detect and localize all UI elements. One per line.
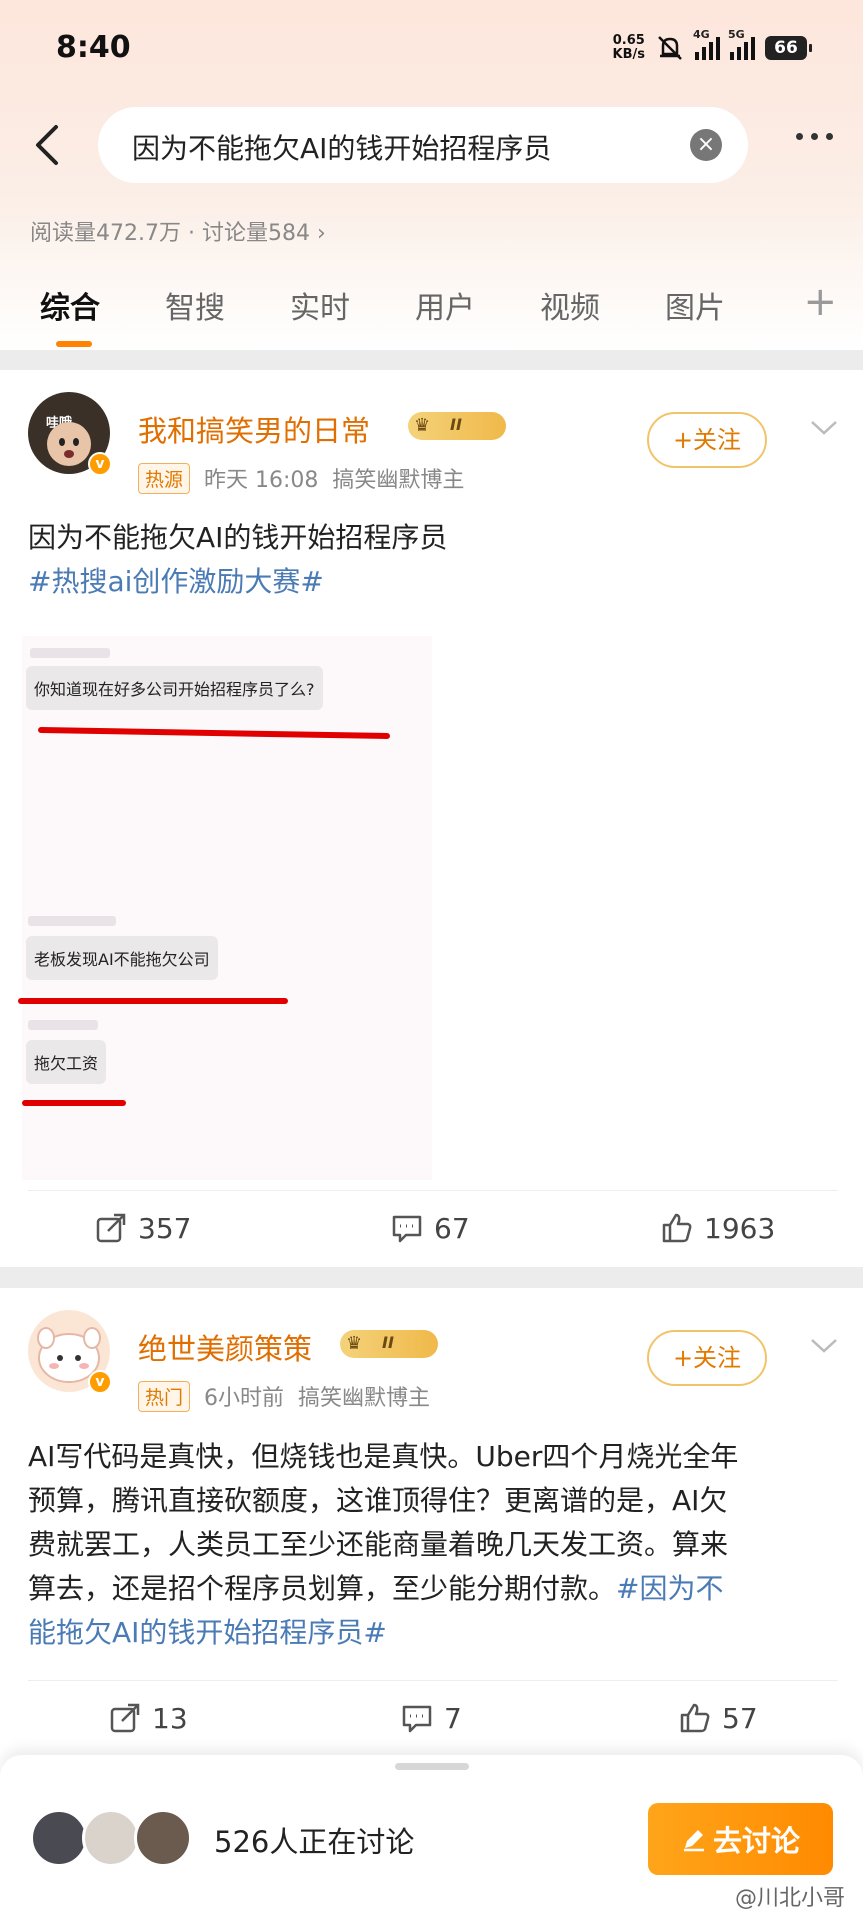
pencil-icon	[683, 1830, 704, 1852]
post-time: 昨天 16:08	[204, 468, 319, 493]
signal-5g-icon: 5G	[728, 28, 755, 60]
watermark: @川北小哥	[734, 1886, 845, 1911]
vip-badge-icon: ♛ II	[340, 1330, 438, 1358]
avatar	[30, 1809, 88, 1867]
network-speed: 0.65 KB/s	[612, 33, 645, 62]
comment-button[interactable]: 7	[400, 1701, 462, 1735]
status-icons: 0.65 KB/s 4G 5G 66	[612, 28, 812, 62]
repost-icon	[96, 1213, 126, 1243]
chat-bubble: 你知道现在好多公司开始招程序员了么?	[26, 666, 323, 710]
search-row: 因为不能拖欠AI的钱开始招程序员 ×	[0, 103, 863, 183]
tab-smart-search[interactable]: 智搜	[165, 283, 225, 327]
battery-icon: 66	[765, 36, 812, 60]
tab-comprehensive[interactable]: 综合	[40, 283, 100, 327]
avatar	[134, 1809, 192, 1867]
tab-images[interactable]: 图片	[665, 283, 725, 327]
hashtag-link[interactable]: 能拖欠AI的钱开始招程序员#	[28, 1612, 838, 1654]
chat-bubble: 拖欠工资	[26, 1040, 107, 1084]
post-meta: 热门 6小时前 搞笑幽默博主	[138, 1380, 430, 1412]
repost-button[interactable]: 357	[94, 1211, 191, 1245]
comment-icon	[392, 1215, 422, 1243]
clear-icon[interactable]: ×	[690, 129, 722, 161]
hashtag-link[interactable]: #因为不	[616, 1572, 723, 1605]
post-text-line: AI写代码是真快，但烧钱也是真快。Uber四个月烧光全年	[28, 1440, 739, 1473]
hot-tag: 热门	[138, 1380, 191, 1412]
repost-icon	[110, 1703, 140, 1733]
red-underline	[18, 998, 288, 1004]
follow-button[interactable]: +关注	[647, 412, 767, 468]
back-arrow-icon[interactable]	[30, 123, 70, 167]
drag-handle[interactable]	[395, 1763, 469, 1770]
post-actions: 13 7 57	[28, 1680, 838, 1756]
red-underline	[22, 1100, 126, 1106]
post-card[interactable]: 哇哦 v 我和搞笑男的日常 ♛ II 热源 昨天 16:08 搞笑幽默博主 +关注…	[0, 370, 863, 1267]
thumbs-up-icon	[680, 1703, 710, 1733]
user-name[interactable]: 我和搞笑男的日常	[138, 408, 370, 450]
post-text-line: 费就罢工，人类员工至少还能商量着晚几天发工资。算来	[28, 1528, 729, 1561]
chat-bubble: 老板发现AI不能拖欠公司	[26, 936, 218, 980]
tab-videos[interactable]: 视频	[540, 283, 600, 327]
topic-stats[interactable]: 阅读量472.7万 · 讨论量584 ›	[30, 215, 326, 247]
comment-icon	[402, 1705, 432, 1733]
thumbs-up-icon	[662, 1213, 692, 1243]
red-underline	[37, 726, 391, 740]
follow-button[interactable]: +关注	[647, 1330, 767, 1386]
tab-users[interactable]: 用户	[415, 283, 475, 327]
like-button[interactable]: 1963	[660, 1211, 775, 1245]
status-time: 8:40	[56, 30, 131, 65]
tab-bar: 综合 智搜 实时 用户 视频 图片 +	[0, 279, 863, 347]
verified-badge-icon: v	[88, 1370, 112, 1394]
chevron-down-icon[interactable]	[809, 1336, 839, 1356]
post-text-line: 算去，还是招个程序员划算，至少能分期付款。#因为不	[28, 1572, 724, 1605]
comment-button[interactable]: 67	[390, 1211, 470, 1245]
post-text-line: 预算，腾讯直接砍额度，这谁顶得住？更离谱的是，AI欠	[28, 1484, 728, 1517]
post-meta: 热源 昨天 16:08 搞笑幽默博主	[138, 462, 464, 494]
discussion-panel: 526人正在讨论 去讨论	[0, 1755, 863, 1920]
chevron-down-icon[interactable]	[809, 418, 839, 438]
user-category: 搞笑幽默博主	[298, 1386, 431, 1411]
hot-source-tag: 热源	[138, 462, 191, 494]
discussing-count: 526人正在讨论	[214, 1825, 415, 1859]
signal-4g-icon: 4G	[693, 28, 720, 60]
join-discussion-button[interactable]: 去讨论	[648, 1803, 833, 1875]
active-tab-indicator	[56, 341, 92, 347]
search-input[interactable]: 因为不能拖欠AI的钱开始招程序员 ×	[98, 107, 748, 183]
hashtag-link[interactable]: #热搜ai创作激励大赛#	[28, 561, 838, 603]
user-name[interactable]: 绝世美颜策策	[138, 1326, 312, 1368]
mute-bell-icon	[658, 36, 682, 60]
more-options-icon[interactable]	[796, 133, 833, 140]
post-time: 6小时前	[204, 1386, 285, 1411]
status-bar: 8:40 0.65 KB/s 4G 5G 66	[0, 0, 863, 100]
tab-realtime[interactable]: 实时	[290, 283, 350, 327]
search-query: 因为不能拖欠AI的钱开始招程序员	[132, 132, 552, 165]
avatar	[82, 1809, 140, 1867]
verified-badge-icon: v	[88, 452, 112, 476]
repost-button[interactable]: 13	[108, 1701, 188, 1735]
like-button[interactable]: 57	[678, 1701, 758, 1735]
vip-badge-icon: ♛ II	[408, 412, 506, 440]
post-image[interactable]: 你知道现在好多公司开始招程序员了么? 老板发现AI不能拖欠公司 拖欠工资	[18, 636, 432, 1180]
post-text: 因为不能拖欠AI的钱开始招程序员	[28, 521, 448, 554]
post-actions: 357 67 1963	[28, 1190, 838, 1266]
user-category: 搞笑幽默博主	[332, 468, 465, 493]
add-tab-icon[interactable]: +	[803, 279, 837, 325]
